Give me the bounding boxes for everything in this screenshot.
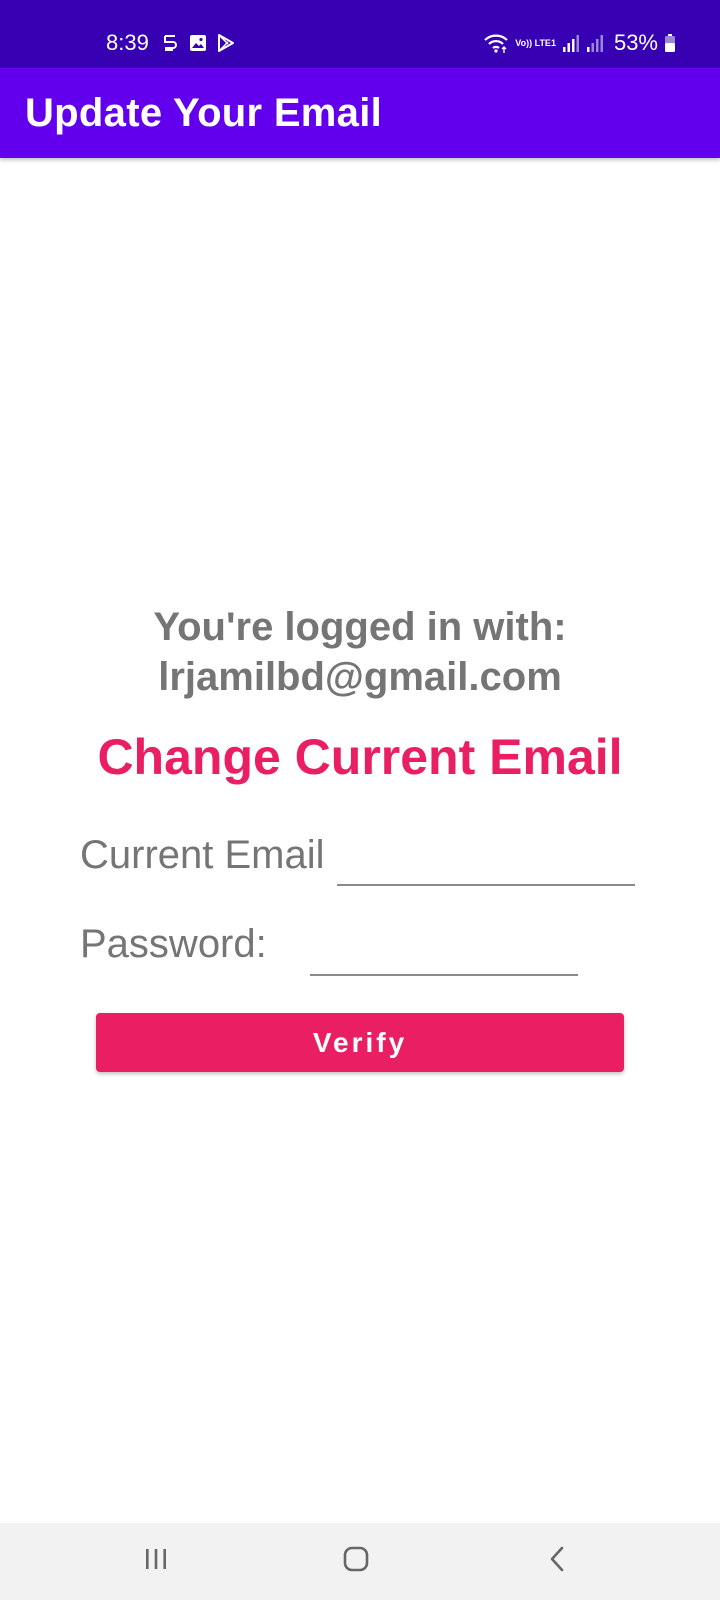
signal-icon-2 bbox=[586, 33, 604, 53]
volte-icon: Vo)) LTE1 bbox=[515, 37, 556, 48]
status-system-icons: Vo)) LTE1 53% bbox=[483, 30, 676, 56]
page-title: Update Your Email bbox=[25, 91, 383, 135]
navigation-bar bbox=[0, 1523, 720, 1600]
current-email-input[interactable] bbox=[337, 836, 635, 886]
home-icon bbox=[342, 1545, 370, 1578]
s-app-icon bbox=[160, 33, 180, 53]
back-button[interactable] bbox=[488, 1523, 628, 1600]
home-button[interactable] bbox=[286, 1523, 426, 1600]
logged-in-email: lrjamilbd@gmail.com bbox=[158, 655, 562, 699]
battery-percent: 53% bbox=[613, 30, 658, 55]
password-label: Password: bbox=[80, 922, 267, 966]
change-email-heading: Change Current Email bbox=[97, 729, 623, 785]
back-icon bbox=[545, 1545, 571, 1578]
status-time: 8:39 bbox=[106, 30, 149, 55]
logged-in-label: You're logged in with: bbox=[153, 605, 567, 649]
gallery-icon bbox=[188, 33, 208, 53]
password-input[interactable] bbox=[310, 926, 578, 976]
wifi-icon bbox=[483, 32, 509, 54]
signal-icon bbox=[562, 33, 580, 53]
current-email-label: Current Email bbox=[80, 833, 325, 877]
verify-button[interactable]: Verify bbox=[96, 1013, 624, 1072]
status-notification-icons bbox=[160, 33, 236, 53]
app-bar: Update Your Email bbox=[0, 68, 720, 158]
battery-icon bbox=[664, 33, 676, 53]
recents-icon bbox=[143, 1546, 169, 1577]
status-bar: 8:39 Vo)) LTE1 53% bbox=[0, 0, 720, 68]
play-store-icon bbox=[216, 33, 236, 53]
recents-button[interactable] bbox=[86, 1523, 226, 1600]
